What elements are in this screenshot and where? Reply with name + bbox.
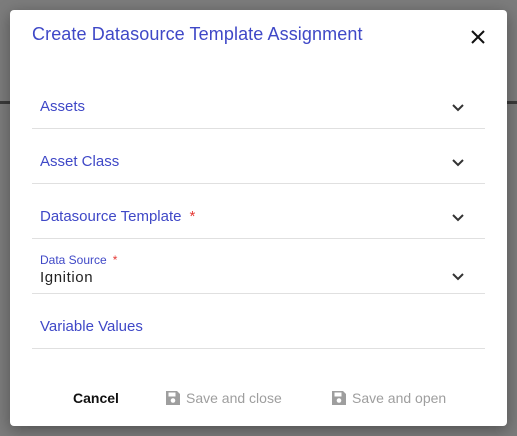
save-icon (332, 391, 346, 405)
cancel-button-label: Cancel (73, 390, 119, 406)
save-and-close-button[interactable]: Save and close (164, 386, 282, 410)
cancel-button[interactable]: Cancel (73, 386, 119, 410)
chevron-down-icon (452, 214, 464, 222)
create-assignment-dialog: Create Datasource Template Assignment As… (10, 10, 507, 426)
data-source-value: Ignition (40, 269, 94, 286)
datasource-template-label: Datasource Template * (40, 208, 195, 225)
save-and-open-label: Save and open (352, 390, 447, 406)
data-source-label-text: Data Source (40, 253, 107, 267)
required-marker: * (112, 253, 118, 267)
dialog-actions: Cancel Save and close Save and open (10, 386, 507, 410)
datasource-template-label-text: Datasource Template (40, 208, 182, 225)
asset-class-label: Asset Class (40, 153, 120, 170)
chevron-down-icon (452, 159, 464, 167)
variable-values-section: Variable Values (32, 306, 485, 349)
close-icon (471, 30, 485, 44)
dialog-title: Create Datasource Template Assignment (32, 24, 363, 44)
backdrop-divider-right (507, 101, 517, 104)
data-source-label: Data Source * (40, 253, 117, 267)
save-and-close-label: Save and close (186, 390, 282, 406)
save-and-open-button[interactable]: Save and open (330, 386, 446, 410)
required-marker: * (189, 208, 196, 225)
backdrop-divider-left (0, 101, 10, 104)
assets-select[interactable]: Assets (32, 86, 485, 129)
close-button[interactable] (467, 26, 489, 48)
chevron-down-icon (452, 273, 464, 281)
variable-values-label: Variable Values (40, 318, 143, 335)
data-source-select[interactable]: Data Source * Ignition (32, 251, 485, 294)
assets-label: Assets (40, 98, 86, 115)
save-icon (166, 391, 180, 405)
asset-class-select[interactable]: Asset Class (32, 141, 485, 184)
chevron-down-icon (452, 104, 464, 112)
datasource-template-select[interactable]: Datasource Template * (32, 196, 485, 239)
